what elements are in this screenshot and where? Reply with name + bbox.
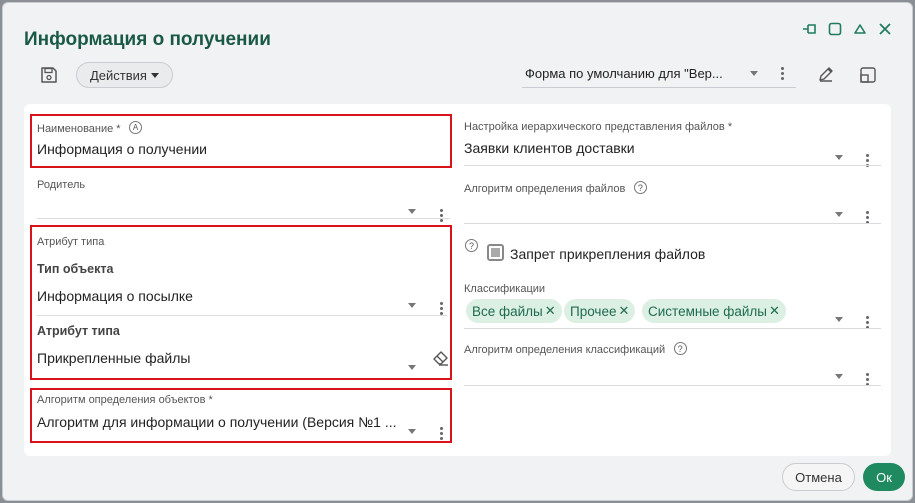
dialog-title: Информация о получении (24, 29, 271, 50)
classifications-underline (464, 328, 881, 329)
chip-label: Системные файлы (648, 303, 768, 319)
help-icon[interactable]: ? (633, 181, 647, 195)
classifications-dropdown[interactable] (835, 309, 843, 327)
attach-ban-label: Запрет прикрепления файлов (510, 246, 706, 262)
close-icon[interactable]: ✕ (769, 303, 780, 319)
chip-other[interactable]: Прочее ✕ (564, 299, 636, 323)
more-icon[interactable] (778, 67, 786, 80)
algo-files-label-wrap: Алгоритм определения файлов ? (464, 179, 647, 197)
chevron-down-icon[interactable] (408, 209, 416, 214)
chevron-down-icon[interactable] (835, 155, 843, 160)
save-icon[interactable] (38, 64, 60, 86)
algo-files-more-icon[interactable] (863, 201, 871, 224)
chevron-down-icon (150, 72, 159, 78)
algo-files-label: Алгоритм определения файлов (464, 183, 626, 195)
chevron-down-icon[interactable] (835, 374, 843, 379)
chip-all-files[interactable]: Все файлы ✕ (466, 299, 562, 323)
chevron-down-icon[interactable] (835, 212, 843, 217)
algo-class-label-wrap: Алгоритм определения классификаций ? (464, 340, 687, 358)
algo-class-more-icon[interactable] (863, 363, 871, 386)
chip-system-files[interactable]: Системные файлы ✕ (642, 299, 786, 323)
hierarchy-more-icon[interactable] (863, 144, 871, 167)
actions-label: Действия (90, 67, 147, 83)
parent-dropdown[interactable] (408, 201, 416, 219)
highlight-box (30, 114, 452, 168)
hierarchy-label: Настройка иерархического представления ф… (464, 121, 733, 133)
chip-label: Все файлы (472, 303, 543, 319)
algo-files-dropdown[interactable] (835, 204, 843, 222)
form-select[interactable]: Форма по умолчанию для "Вер... (522, 60, 796, 88)
help-icon[interactable]: ? (673, 342, 687, 356)
hierarchy-underline (464, 165, 881, 166)
highlight-box (30, 388, 452, 443)
actions-button[interactable]: Действия (76, 62, 173, 88)
chevron-down-icon[interactable] (835, 317, 843, 322)
pin-icon[interactable] (800, 19, 820, 39)
expand-icon[interactable] (857, 64, 879, 86)
algo-class-underline (464, 385, 881, 386)
collapse-icon[interactable] (850, 19, 870, 39)
algo-class-label: Алгоритм определения классификаций (464, 344, 666, 356)
maximize-icon[interactable] (825, 19, 845, 39)
highlight-box (30, 225, 452, 380)
algo-files-underline (464, 223, 881, 224)
ok-button[interactable]: Ок (863, 463, 905, 491)
algo-class-dropdown[interactable] (835, 366, 843, 384)
hierarchy-dropdown[interactable] (835, 147, 843, 165)
close-icon[interactable] (875, 19, 895, 39)
form-select-value: Форма по умолчанию для "Вер... (525, 66, 723, 81)
chevron-down-icon[interactable] (750, 71, 758, 76)
attach-ban-checkbox[interactable] (487, 244, 504, 261)
classifications-label: Классификации (464, 283, 546, 295)
pencil-icon[interactable] (815, 63, 837, 85)
dialog: Информация о получении Действия Форма по… (2, 2, 913, 501)
help-icon[interactable]: ? (465, 237, 478, 255)
close-icon[interactable]: ✕ (618, 303, 629, 319)
parent-label: Родитель (37, 179, 86, 191)
parent-underline (37, 218, 450, 219)
chip-label: Прочее (570, 303, 617, 319)
cancel-button[interactable]: Отмена (782, 463, 855, 491)
hierarchy-value[interactable]: Заявки клиентов доставки (464, 140, 635, 156)
classifications-more-icon[interactable] (863, 306, 871, 329)
close-icon[interactable]: ✕ (545, 303, 556, 319)
